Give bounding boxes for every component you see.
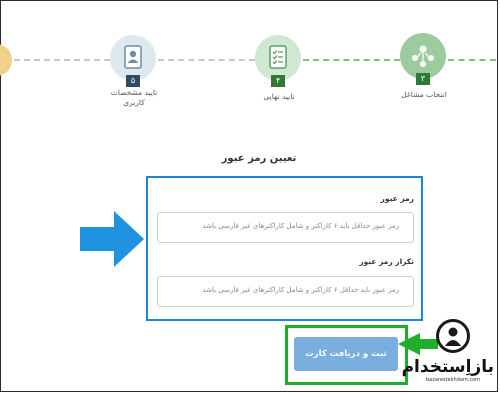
page-title: تعیین رمز عبور: [221, 153, 297, 164]
step-number-badge: ۳: [416, 73, 430, 85]
step-connector: [448, 59, 496, 61]
step-label-user-profile: تایید مشخصات کاربری: [110, 88, 158, 107]
step-label-choose-jobs: انتخاب مشاغل: [401, 90, 447, 99]
person-icon: [445, 327, 461, 346]
step-label-final-confirm: تایید نهایی: [263, 92, 295, 101]
step-number-badge: ۴: [271, 75, 285, 87]
watermark-subtext: bazarestekhdam.com: [425, 377, 481, 383]
submit-button[interactable]: ثبت و دریافت کارت: [294, 337, 398, 371]
password-label: رمز عبور: [380, 194, 414, 203]
step-number-badge: ۵: [126, 75, 140, 87]
confirm-password-field[interactable]: رمز عبور باید حداقل ۶ کاراکتر و شامل کار…: [157, 276, 414, 307]
watermark-logo: [436, 319, 470, 353]
step-choose-jobs[interactable]: ۳: [400, 33, 446, 85]
step-final-confirm[interactable]: ۴: [255, 35, 301, 87]
watermark-arrow-icon: [398, 333, 438, 355]
user-profile-document-icon: [124, 45, 142, 69]
confirm-password-placeholder: رمز عبور باید حداقل ۶ کاراکتر و شامل کار…: [202, 286, 399, 294]
people-network-icon: [412, 45, 434, 67]
confirm-password-label: تکرار رمز عبور: [359, 257, 414, 266]
step-connector: [14, 59, 110, 61]
password-field[interactable]: رمز عبور حداقل باید ۶ کاراکتر و شامل کار…: [157, 212, 414, 243]
step-connector: [303, 59, 400, 61]
step-user-profile[interactable]: ۵: [110, 35, 156, 87]
password-placeholder: رمز عبور حداقل باید ۶ کاراکتر و شامل کار…: [202, 222, 399, 230]
watermark-text: بازاِستخدام: [401, 357, 495, 377]
pointer-arrow-icon: [80, 211, 144, 267]
checklist-document-icon: [269, 45, 287, 69]
step-connector: [158, 59, 255, 61]
